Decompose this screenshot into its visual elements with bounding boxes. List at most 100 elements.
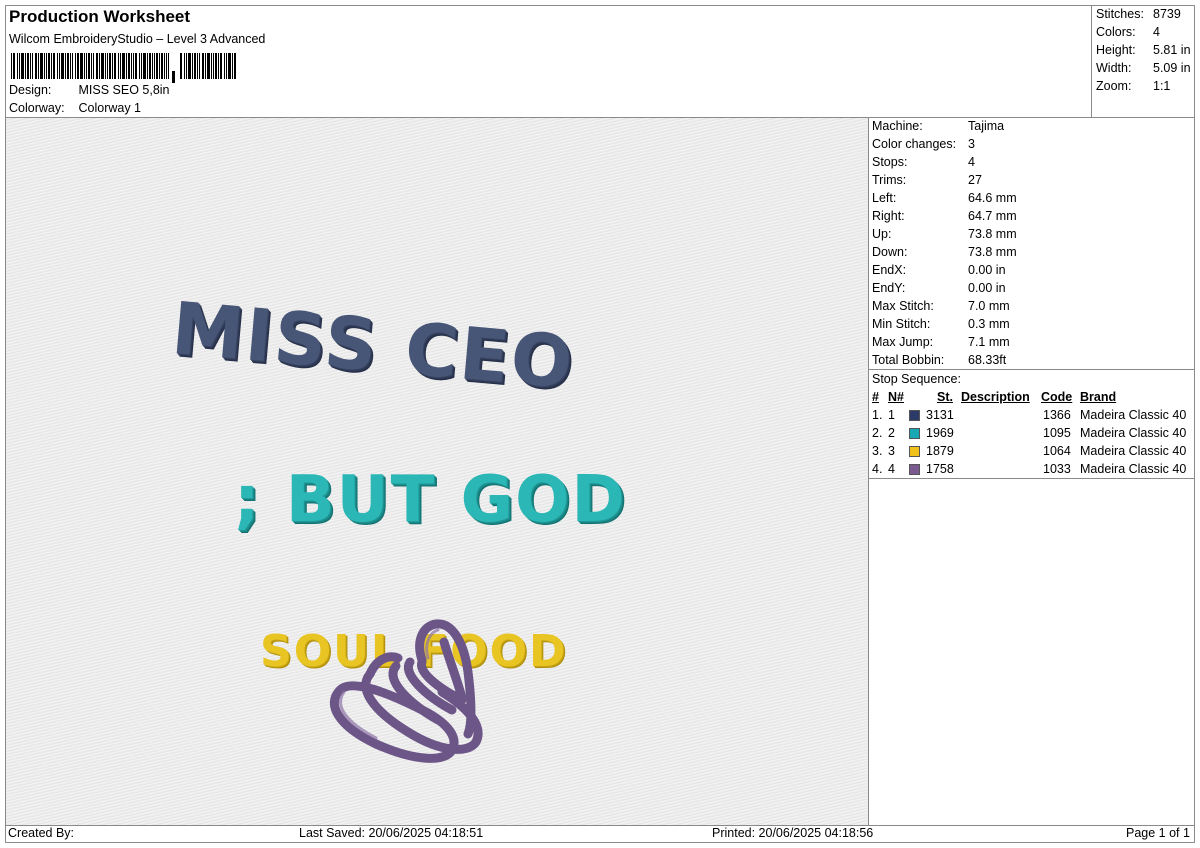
- machine-info-value: 64.7 mm: [968, 209, 1017, 223]
- machine-info-row: Right: 64.7 mm: [872, 209, 1017, 223]
- machine-info-label: Max Stitch:: [872, 299, 934, 313]
- width-row: Width: 5.09 in: [1096, 61, 1191, 75]
- stop-row-brand: Madeira Classic 40: [1080, 408, 1187, 422]
- col-header-brand: Brand: [1080, 390, 1117, 404]
- machine-info-row: Max Stitch: 7.0 mm: [872, 299, 1010, 313]
- col-header-code: Code: [1041, 390, 1073, 404]
- stop-sequence-title: Stop Sequence:: [872, 372, 961, 386]
- col-header-n: N#: [888, 390, 904, 404]
- machine-info-value: 0.3 mm: [968, 317, 1010, 331]
- stop-row-num: 3.: [872, 444, 883, 458]
- thread-color-swatch: [909, 410, 920, 421]
- stop-row-num: 1.: [872, 408, 883, 422]
- worksheet-header: Production Worksheet Wilcom EmbroiderySt…: [6, 6, 1091, 117]
- stop-row-code: 1095: [1043, 426, 1071, 440]
- machine-info-row: Max Jump: 7.1 mm: [872, 335, 1010, 349]
- stop-row-needle: 3: [888, 444, 895, 458]
- machine-info-value: 73.8 mm: [968, 227, 1017, 241]
- barcode-icon: [11, 53, 236, 83]
- machine-info-row: Stops: 4: [872, 155, 975, 169]
- machine-info-row: Left: 64.6 mm: [872, 191, 1017, 205]
- machine-info-label: Color changes:: [872, 137, 957, 151]
- machine-info-value: 7.0 mm: [968, 299, 1010, 313]
- machine-info-label: EndX:: [872, 263, 907, 277]
- zoom-label: Zoom:: [1096, 79, 1132, 93]
- stop-row-needle: 1: [888, 408, 895, 422]
- machine-info-value: 73.8 mm: [968, 245, 1017, 259]
- colorway-value: Colorway 1: [78, 101, 142, 115]
- stop-row-stitches: 3131: [926, 408, 954, 422]
- colors-row: Colors: 4: [1096, 25, 1160, 39]
- zoom-value: 1:1: [1153, 79, 1171, 93]
- table-divider: [869, 478, 1194, 479]
- machine-info-value: 64.6 mm: [968, 191, 1017, 205]
- machine-info-label: Min Stitch:: [872, 317, 931, 331]
- stitches-row: Stitches: 8739: [1096, 7, 1181, 21]
- machine-info-row: Up: 73.8 mm: [872, 227, 1017, 241]
- stop-row-stitches: 1969: [926, 426, 954, 440]
- thread-color-swatch: [909, 464, 920, 475]
- design-text-line2: ; BUT GOD: [234, 463, 627, 537]
- height-label: Height:: [1096, 43, 1136, 57]
- created-by: Created By:: [8, 826, 75, 840]
- height-value: 5.81 in: [1153, 43, 1191, 57]
- machine-info-row: Machine: Tajima: [872, 119, 1004, 133]
- machine-info-row: EndY: 0.00 in: [872, 281, 1006, 295]
- thread-color-swatch: [909, 446, 920, 457]
- machine-info-label: EndY:: [872, 281, 906, 295]
- machine-info-value: 68.33ft: [968, 353, 1007, 367]
- design-row: Design: MISS SEO 5,8in: [9, 83, 170, 97]
- printed-date: Printed: 20/06/2025 04:18:56: [712, 826, 874, 840]
- footer-divider: [6, 825, 1194, 826]
- machine-info-value: Tajima: [968, 119, 1005, 133]
- machine-info-label: Stops:: [872, 155, 908, 169]
- design-text-line1: MISS CEO: [168, 286, 578, 405]
- colors-value: 4: [1153, 25, 1160, 39]
- col-header-st: St.: [937, 390, 953, 404]
- zoom-row: Zoom: 1:1: [1096, 79, 1170, 93]
- machine-info-value: 7.1 mm: [968, 335, 1010, 349]
- machine-info-label: Right:: [872, 209, 905, 223]
- stop-row-brand: Madeira Classic 40: [1080, 426, 1187, 440]
- machine-info-row: Down: 73.8 mm: [872, 245, 1017, 259]
- stop-row-code: 1064: [1043, 444, 1071, 458]
- colors-label: Colors:: [1096, 25, 1136, 39]
- height-row: Height: 5.81 in: [1096, 43, 1191, 57]
- stop-row-brand: Madeira Classic 40: [1080, 444, 1187, 458]
- machine-info-value: 0.00 in: [968, 263, 1006, 277]
- machine-info-value: 4: [968, 155, 975, 169]
- design-value: MISS SEO 5,8in: [78, 83, 170, 97]
- machine-info-label: Total Bobbin:: [872, 353, 945, 367]
- machine-info-row: Min Stitch: 0.3 mm: [872, 317, 1010, 331]
- machine-info-value: 3: [968, 137, 975, 151]
- stop-row-needle: 2: [888, 426, 895, 440]
- colorway-label: Colorway:: [9, 101, 65, 115]
- panel-divider: [868, 118, 869, 825]
- stop-row-num: 2.: [872, 426, 883, 440]
- thread-color-swatch: [909, 428, 920, 439]
- page-title: Production Worksheet: [9, 7, 191, 26]
- stop-row-code: 1366: [1043, 408, 1071, 422]
- machine-info-label: Down:: [872, 245, 908, 259]
- stop-row-needle: 4: [888, 462, 895, 476]
- machine-info-label: Up:: [872, 227, 892, 241]
- machine-info-value: 27: [968, 173, 982, 187]
- stitches-label: Stitches:: [1096, 7, 1144, 21]
- software-name: Wilcom EmbroideryStudio – Level 3 Advanc…: [9, 32, 266, 46]
- bee-icon: [329, 619, 483, 763]
- stop-row-code: 1033: [1043, 462, 1071, 476]
- machine-info-row: Total Bobbin: 68.33ft: [872, 353, 1006, 367]
- last-saved: Last Saved: 20/06/2025 04:18:51: [299, 826, 484, 840]
- info-divider: [869, 369, 1194, 370]
- col-header-num: #: [872, 390, 879, 404]
- stitches-value: 8739: [1153, 7, 1181, 21]
- machine-info-label: Machine:: [872, 119, 923, 133]
- machine-info-label: Max Jump:: [872, 335, 934, 349]
- stop-row-num: 4.: [872, 462, 883, 476]
- colorway-row: Colorway: Colorway 1: [9, 101, 141, 115]
- width-label: Width:: [1096, 61, 1132, 75]
- stop-row-brand: Madeira Classic 40: [1080, 462, 1187, 476]
- machine-info-row: Trims: 27: [872, 173, 982, 187]
- machine-info-label: Left:: [872, 191, 897, 205]
- col-header-description: Description: [961, 390, 1030, 404]
